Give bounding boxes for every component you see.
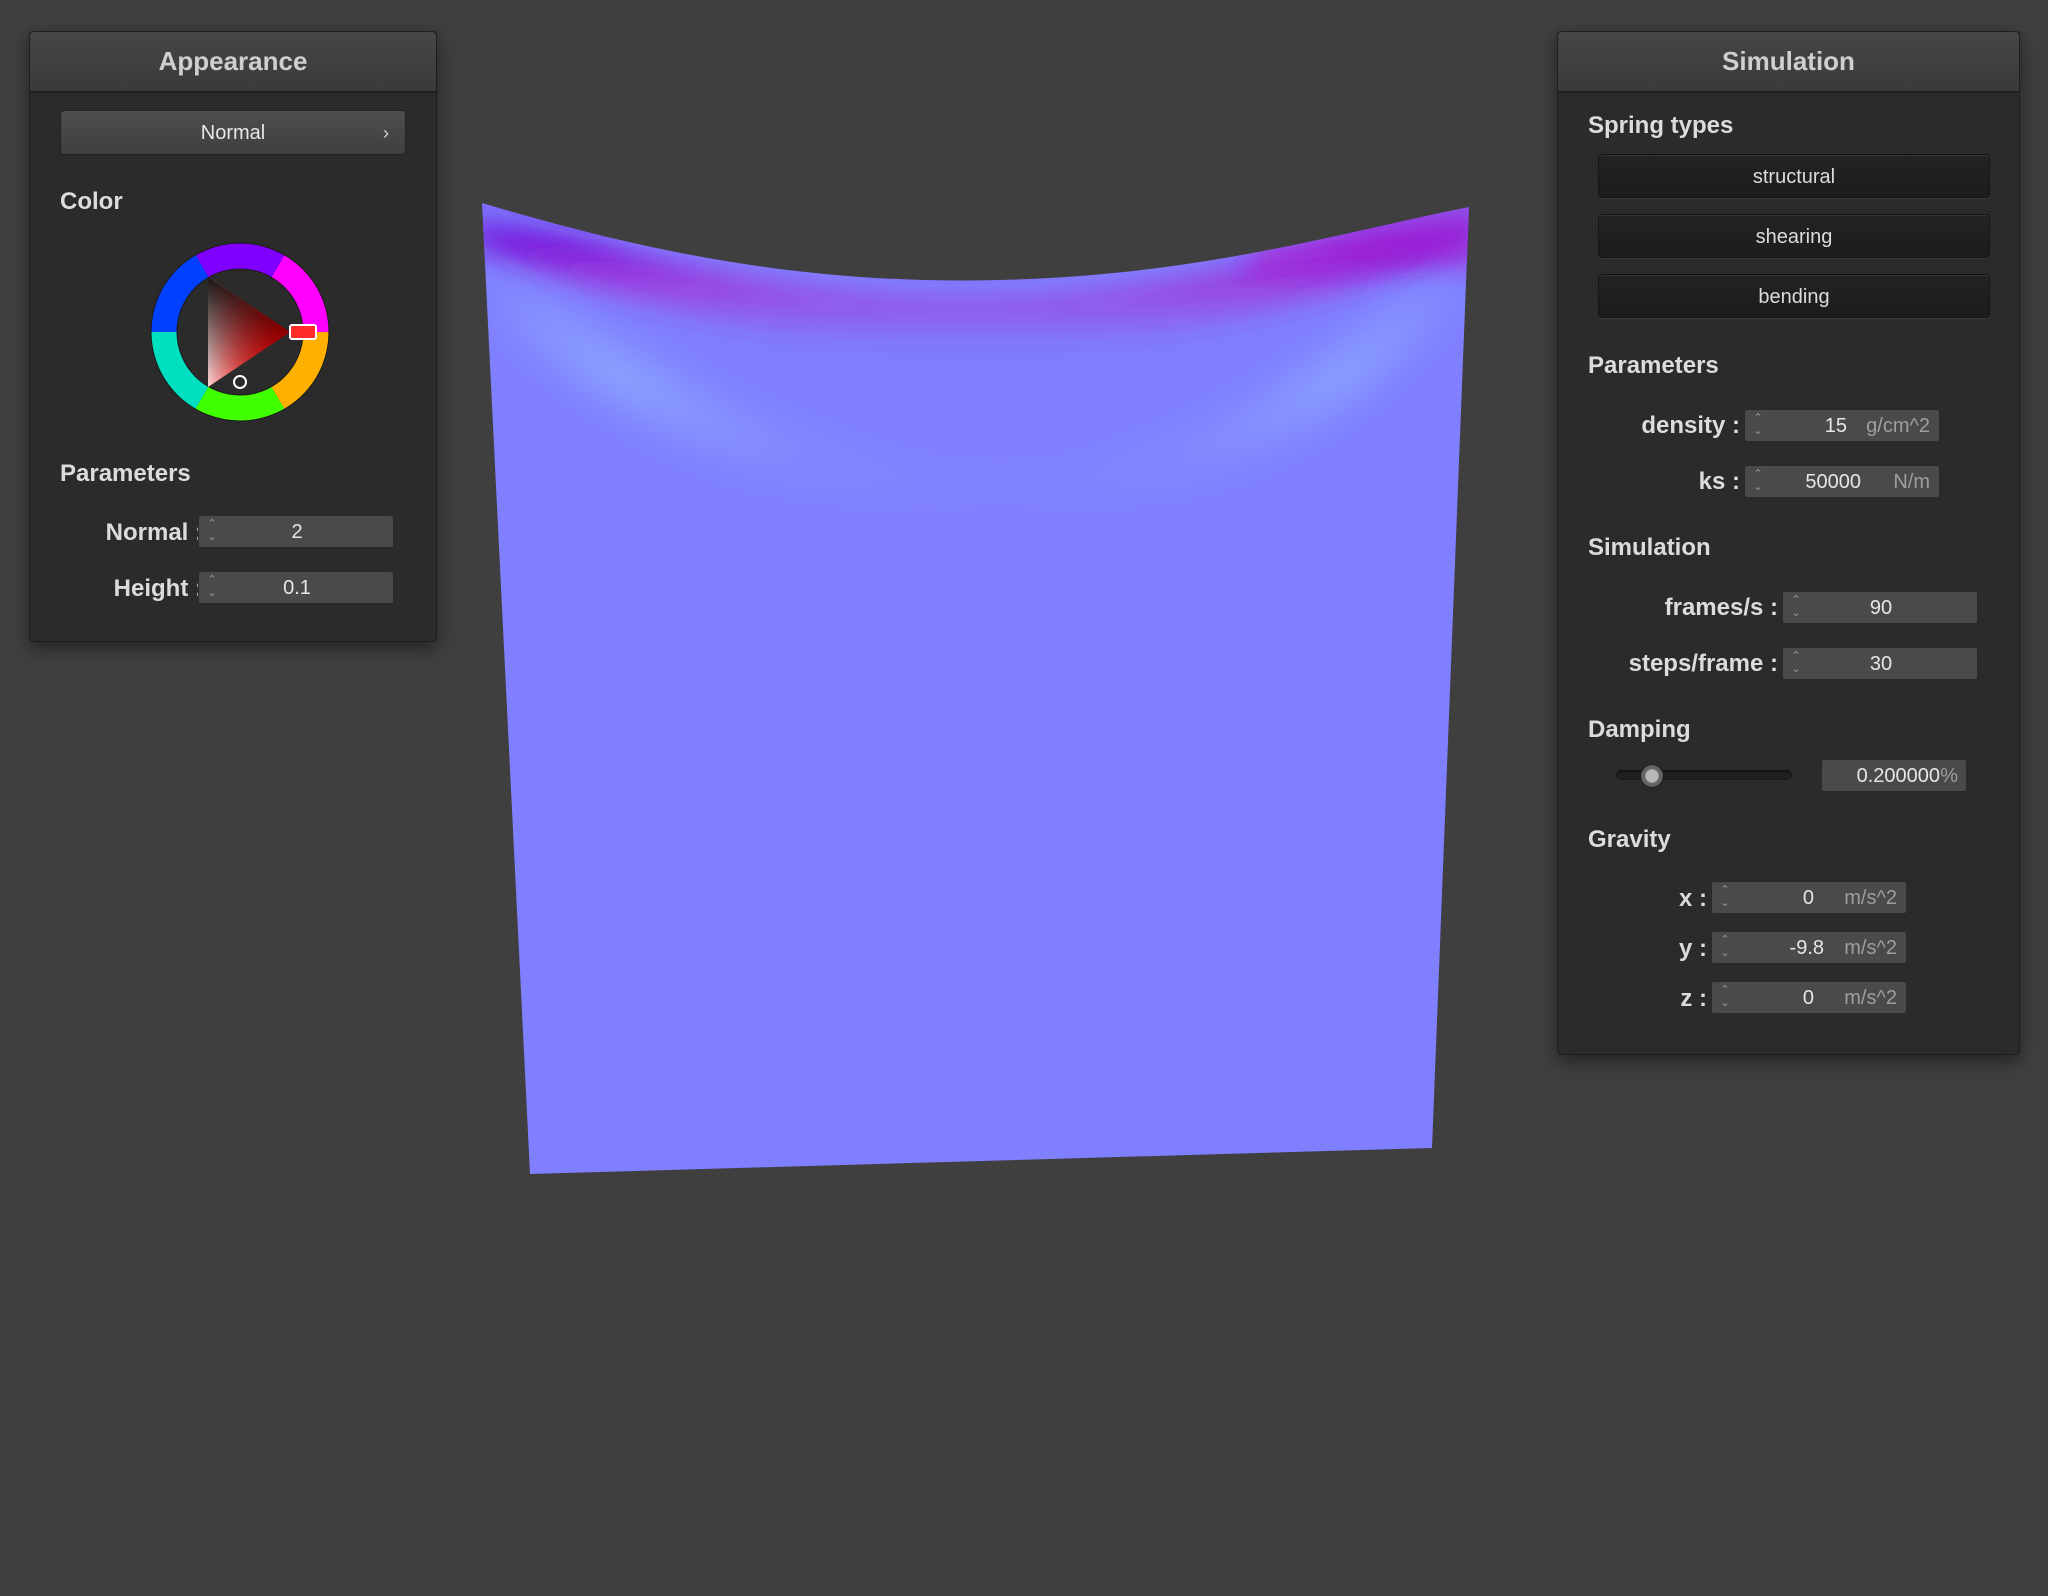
- fps-input[interactable]: ⌃ ⌄ 90: [1782, 591, 1978, 624]
- hue-selector-handle[interactable]: [289, 324, 317, 340]
- chevron-right-icon: ›: [383, 123, 389, 143]
- gravity-z-input[interactable]: ⌃ ⌄ 0 m/s^2: [1711, 981, 1907, 1014]
- bending-button[interactable]: bending: [1598, 274, 1990, 318]
- ks-unit: N/m: [1893, 471, 1930, 493]
- gravity-y-unit: m/s^2: [1844, 937, 1897, 959]
- ks-input[interactable]: ⌃ ⌄ 50000 N/m: [1744, 465, 1940, 498]
- density-label: density :: [1641, 412, 1740, 439]
- spinner-icon[interactable]: ⌃ ⌄: [1718, 934, 1732, 962]
- density-input[interactable]: ⌃ ⌄ 15 g/cm^2: [1744, 409, 1940, 442]
- appearance-params-title: Parameters: [60, 460, 191, 487]
- damping-title: Damping: [1588, 716, 1691, 743]
- shearing-button[interactable]: shearing: [1598, 214, 1990, 258]
- fps-value: 90: [1869, 597, 1893, 619]
- appearance-panel: Appearance Normal › Color Parameters Nor…: [29, 31, 437, 642]
- color-wheel[interactable]: [145, 237, 335, 427]
- ks-label: ks :: [1698, 468, 1740, 495]
- fps-label: frames/s :: [1664, 594, 1778, 621]
- damping-value: 0.200000: [1856, 765, 1940, 787]
- normal-value: 2: [291, 521, 303, 543]
- color-section-title: Color: [60, 188, 123, 215]
- damping-input[interactable]: 0.200000 %: [1821, 759, 1967, 792]
- simulation-section-title: Simulation: [1588, 534, 1711, 561]
- sim-params-title: Parameters: [1588, 352, 1719, 379]
- height-label: Height :: [113, 575, 203, 602]
- spinner-icon[interactable]: ⌃ ⌄: [1751, 412, 1765, 440]
- gravity-y-label: y :: [1678, 935, 1707, 962]
- steps-input[interactable]: ⌃ ⌄ 30: [1782, 647, 1978, 680]
- normal-input[interactable]: ⌃ ⌄ 2: [198, 515, 394, 548]
- gravity-z-label: z :: [1680, 985, 1707, 1012]
- gravity-x-value: 0: [1802, 887, 1814, 909]
- ks-value: 50000: [1805, 471, 1861, 493]
- gravity-y-value: -9.8: [1789, 937, 1824, 959]
- height-value: 0.1: [283, 577, 311, 599]
- spring-types-title: Spring types: [1588, 112, 1734, 139]
- gravity-title: Gravity: [1588, 826, 1671, 853]
- height-input[interactable]: ⌃ ⌄ 0.1: [198, 571, 394, 604]
- gravity-x-label: x :: [1678, 885, 1707, 912]
- spinner-icon[interactable]: ⌃ ⌄: [1718, 884, 1732, 912]
- spinner-icon[interactable]: ⌃ ⌄: [1751, 468, 1765, 496]
- shader-dropdown[interactable]: Normal ›: [60, 110, 406, 155]
- simulation-panel-title[interactable]: Simulation: [1558, 32, 2019, 93]
- gravity-x-unit: m/s^2: [1844, 887, 1897, 909]
- gravity-x-input[interactable]: ⌃ ⌄ 0 m/s^2: [1711, 881, 1907, 914]
- damping-slider-knob[interactable]: [1640, 764, 1665, 788]
- spinner-icon[interactable]: ⌃ ⌄: [1718, 984, 1732, 1012]
- steps-value: 30: [1869, 653, 1893, 675]
- gravity-y-input[interactable]: ⌃ ⌄ -9.8 m/s^2: [1711, 931, 1907, 964]
- density-value: 15: [1824, 415, 1847, 437]
- damping-unit: %: [1940, 765, 1958, 787]
- simulation-panel: Simulation Spring types structural shear…: [1557, 31, 2020, 1055]
- steps-label: steps/frame :: [1628, 650, 1778, 677]
- gravity-z-value: 0: [1802, 987, 1814, 1009]
- appearance-panel-title[interactable]: Appearance: [30, 32, 436, 93]
- shader-dropdown-value: Normal: [200, 122, 266, 144]
- gravity-z-unit: m/s^2: [1844, 987, 1897, 1009]
- normal-label: Normal :: [105, 519, 203, 546]
- density-unit: g/cm^2: [1866, 415, 1930, 437]
- structural-button[interactable]: structural: [1598, 154, 1990, 198]
